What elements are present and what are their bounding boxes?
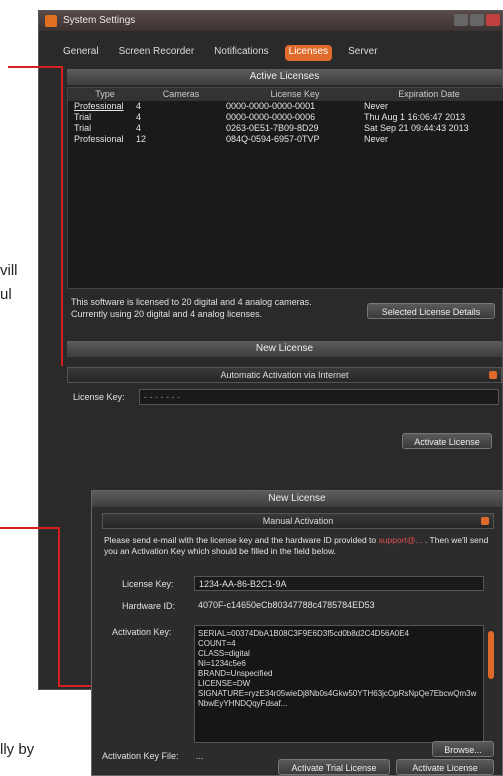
licenses-table: Type Cameras License Key Expiration Date… (67, 87, 503, 289)
cell-key: 0000-0000-0000-0006 (226, 112, 316, 122)
license-key-input[interactable]: - - - - - - - (139, 389, 499, 405)
license-key-label: License Key: (73, 392, 125, 402)
activation-mode-value: Automatic Activation via Internet (220, 370, 349, 380)
cell-cameras: 12 (136, 134, 147, 144)
title-bar: System Settings (39, 11, 502, 31)
cell-expiration: Sat Sep 21 09:44:43 2013 (364, 123, 469, 133)
column-header[interactable]: Cameras (136, 88, 226, 101)
cell-cameras: 4 (136, 101, 142, 111)
activation-key-file-value: ... (196, 751, 204, 761)
column-header[interactable]: Expiration Date (364, 88, 494, 101)
chevron-down-icon (481, 517, 489, 525)
cell-type: Professional (74, 134, 124, 144)
activation-key-label: Activation Key: (112, 627, 172, 637)
new-license-dialog: New License Manual Activation Please sen… (91, 490, 503, 776)
cell-expiration: Thu Aug 1 16:06:47 2013 (364, 112, 466, 122)
tab-licenses[interactable]: Licenses (284, 45, 333, 61)
dialog-mode-value: Manual Activation (262, 516, 334, 526)
support-email-link[interactable]: support@... (379, 535, 423, 545)
activation-mode-dropdown[interactable]: Automatic Activation via Internet (67, 367, 502, 383)
table-row[interactable]: Professional 4 0000-0000-0000-0001 Never (68, 101, 503, 112)
new-license-header: New License (67, 341, 502, 357)
column-header[interactable]: Type (68, 88, 136, 101)
cell-key: 0000-0000-0000-0001 (226, 101, 316, 111)
selected-license-details-button[interactable]: Selected License Details (367, 303, 495, 319)
tab-screen-recorder[interactable]: Screen Recorder (115, 45, 199, 61)
dialog-license-key-label: License Key: (122, 579, 174, 589)
activation-key-textarea[interactable]: SERIAL=00374DbA1B08C3F9E6D3f5cd0b8d2C4D5… (194, 625, 484, 743)
tab-general[interactable]: General (59, 45, 103, 61)
note-text: Please send e-mail with the license key … (104, 535, 377, 545)
table-row[interactable]: Trial 4 0000-0000-0000-0006 Thu Aug 1 16… (68, 112, 503, 123)
manual-activation-note: Please send e-mail with the license key … (104, 535, 494, 557)
dialog-mode-dropdown[interactable]: Manual Activation (102, 513, 494, 529)
browse-button[interactable]: Browse... (432, 741, 494, 757)
cell-key: 0263-0E51-7B09-8D29 (226, 123, 319, 133)
cell-type: Trial (74, 112, 92, 122)
dialog-activate-license-button[interactable]: Activate License (396, 759, 494, 775)
callout-line (0, 527, 60, 529)
chevron-down-icon (489, 371, 497, 379)
cell-expiration: Never (364, 134, 389, 144)
close-icon[interactable] (486, 14, 500, 26)
hardware-id-label: Hardware ID: (122, 601, 176, 611)
cell-type: Professional (74, 101, 124, 111)
table-row[interactable]: Professional 12 084Q-0594-6957-0TVP Neve… (68, 134, 503, 145)
table-row[interactable]: Trial 4 0263-0E51-7B09-8D29 Sat Sep 21 0… (68, 123, 503, 134)
tab-server[interactable]: Server (344, 45, 381, 61)
license-summary-line: This software is licensed to 20 digital … (71, 297, 312, 307)
license-summary: This software is licensed to 20 digital … (71, 296, 371, 320)
cell-cameras: 4 (136, 112, 142, 122)
side-text-fragment: vill (0, 262, 18, 279)
column-header[interactable]: License Key (226, 88, 364, 101)
dialog-header: New License (92, 491, 502, 507)
table-header: Type Cameras License Key Expiration Date (68, 88, 503, 101)
license-summary-line: Currently using 20 digital and 4 analog … (71, 309, 263, 319)
app-icon (45, 15, 57, 27)
dialog-license-key-field[interactable]: 1234-AA-86-B2C1-9A (194, 576, 484, 591)
tab-notifications[interactable]: Notifications (210, 45, 272, 61)
minimize-icon[interactable] (454, 14, 468, 26)
window-title: System Settings (63, 15, 136, 26)
cell-type: Trial (74, 123, 92, 133)
cell-cameras: 4 (136, 123, 142, 133)
callout-line (61, 66, 63, 366)
scrollbar-thumb[interactable] (488, 631, 494, 679)
tab-bar: General Screen Recorder Notifications Li… (59, 45, 492, 61)
cell-key: 084Q-0594-6957-0TVP (226, 134, 320, 144)
hardware-id-value: 4070F-c14650eCb80347788c4785784ED53 (198, 600, 375, 610)
side-text-fragment: lly by (0, 741, 35, 758)
callout-line (8, 66, 63, 68)
activate-license-button[interactable]: Activate License (402, 433, 492, 449)
active-licenses-header: Active Licenses (67, 69, 502, 85)
side-text-fragment: ul (0, 286, 12, 303)
activate-trial-license-button[interactable]: Activate Trial License (278, 759, 390, 775)
maximize-icon[interactable] (470, 14, 484, 26)
activation-key-file-label: Activation Key File: (102, 751, 179, 761)
callout-line (58, 527, 60, 687)
cell-expiration: Never (364, 101, 389, 111)
